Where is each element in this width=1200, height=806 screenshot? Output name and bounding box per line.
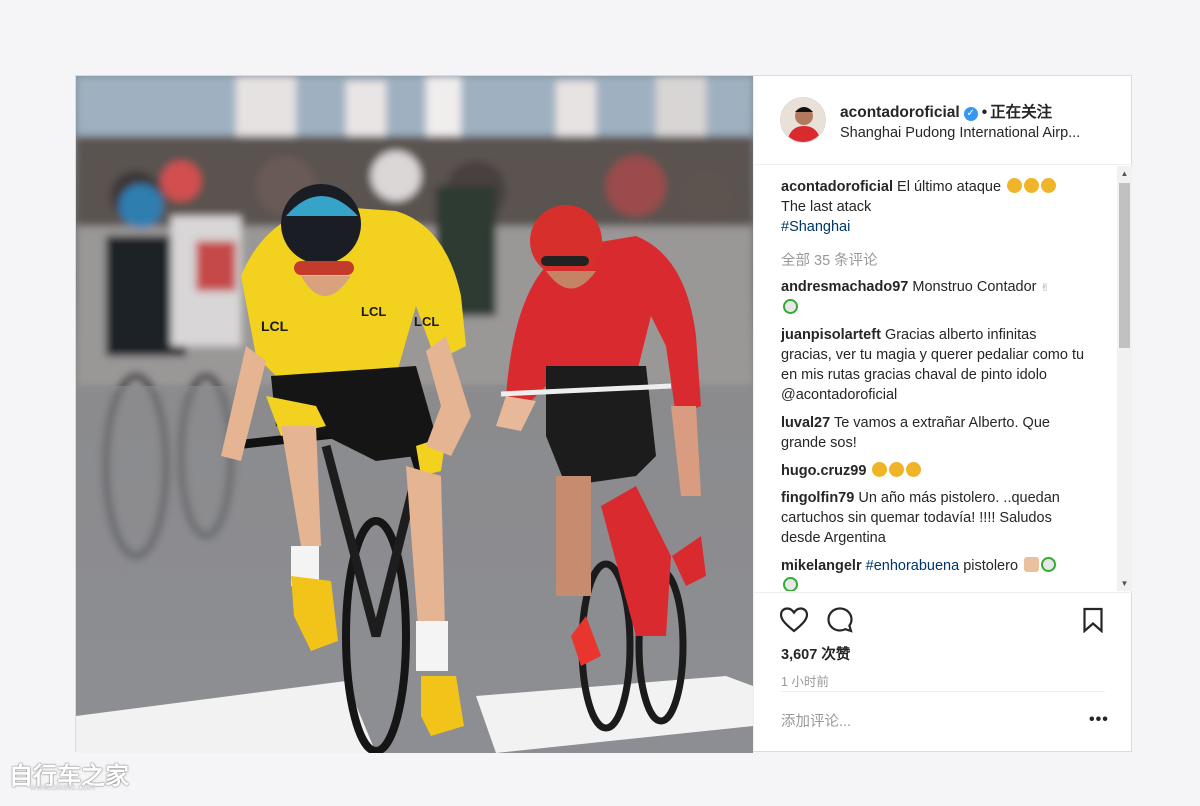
scroll-down-arrow-icon[interactable]: ▼ xyxy=(1117,576,1132,591)
add-comment-input[interactable] xyxy=(781,705,1071,739)
comment-item: mikelangelr #enhorabuena pistolero xyxy=(781,556,1086,591)
post-timestamp: 1 小时前 xyxy=(781,675,829,689)
hashtag-link[interactable]: #enhorabuena xyxy=(866,558,960,574)
post-sidebar: acontadoroficial ✓ • 正在关注 Shanghai Pudong I… xyxy=(753,76,1132,751)
comment-item: juanpisolarteft Gracias alberto infinita… xyxy=(781,325,1086,405)
sad-face-emoji-icon xyxy=(872,462,888,477)
svg-text:LCL: LCL xyxy=(361,304,386,319)
comment-username[interactable]: hugo.cruz99 xyxy=(781,463,866,479)
clap-emoji-icon xyxy=(1007,178,1023,193)
caption-text: El último ataque xyxy=(897,179,1002,195)
svg-text:LCL: LCL xyxy=(414,314,439,329)
verified-badge-icon: ✓ xyxy=(963,107,978,121)
comment-item: fingolfin79 Un año más pistolero. ..qued… xyxy=(781,488,1086,548)
hashtag-link[interactable]: #Shanghai xyxy=(781,219,850,235)
post-actions: 3,607 次赞 1 小时前 ••• xyxy=(754,592,1132,753)
comments-section: acontadoroficial El último ataque The la… xyxy=(754,166,1132,591)
avatar-image xyxy=(781,98,825,142)
sad-face-emoji-icon xyxy=(906,462,922,477)
bicyclist-emoji-icon: ✌ xyxy=(1040,282,1050,294)
comment-text: Monstruo Contador xyxy=(912,279,1037,295)
caption-line2: The last atack xyxy=(781,199,872,215)
location-link[interactable]: Shanghai Pudong International Airp... xyxy=(840,125,1080,141)
avatar[interactable] xyxy=(780,97,826,143)
comment-username[interactable]: andresmachado97 xyxy=(781,279,908,295)
clap-emoji-icon xyxy=(1024,178,1040,193)
bicyclist-emoji-icon xyxy=(1041,557,1057,572)
post-photo[interactable]: LCL LCL LCL xyxy=(76,76,753,753)
comment-username[interactable]: mikelangelr xyxy=(781,558,862,574)
comment-username[interactable]: fingolfin79 xyxy=(781,490,854,506)
cycling-race-photo: LCL LCL LCL xyxy=(76,76,753,753)
post-header: acontadoroficial ✓ • 正在关注 Shanghai Pudong I… xyxy=(754,76,1132,165)
view-all-comments-link[interactable]: 全部 35 条评论 xyxy=(781,249,878,270)
caption: acontadoroficial El último ataque The la… xyxy=(781,177,1086,237)
clap-emoji-icon xyxy=(1041,178,1057,193)
bicyclist-emoji-icon xyxy=(783,299,798,314)
watermark-url: www.biketo.com xyxy=(30,782,96,792)
header-username[interactable]: acontadoroficial xyxy=(840,104,960,121)
bookmark-icon[interactable] xyxy=(1082,607,1104,638)
speech-bubble-icon[interactable] xyxy=(826,606,854,639)
header-user-line: acontadoroficial ✓ • 正在关注 xyxy=(840,100,1052,122)
svg-text:LCL: LCL xyxy=(261,318,289,334)
comment-item: hugo.cruz99 xyxy=(781,461,1086,481)
comment-text: pistolero xyxy=(963,558,1019,574)
heart-outline-icon[interactable] xyxy=(779,607,809,638)
likes-count[interactable]: 3,607 次赞 xyxy=(781,643,850,664)
comment-item: andresmachado97 Monstruo Contador ✌ xyxy=(781,277,1086,318)
comment-item: luval27 Te vamos a extrañar Alberto. Que… xyxy=(781,413,1086,453)
scroll-up-arrow-icon[interactable]: ▲ xyxy=(1117,166,1132,181)
thumbs-up-emoji-icon xyxy=(1024,557,1040,572)
separator-dot: • xyxy=(981,104,988,121)
instagram-post: LCL LCL LCL acontadoroficial ✓ • 正在关注 Shang… xyxy=(75,75,1132,753)
bicyclist-emoji-icon xyxy=(783,577,798,591)
following-button[interactable]: 正在关注 xyxy=(990,104,1052,121)
comment-username[interactable]: juanpisolarteft xyxy=(781,327,881,343)
comments-scrollbar[interactable]: ▲ ▼ xyxy=(1117,166,1132,591)
caption-username[interactable]: acontadoroficial xyxy=(781,179,893,195)
comment-username[interactable]: luval27 xyxy=(781,415,830,431)
scrollbar-thumb[interactable] xyxy=(1119,183,1130,348)
sad-face-emoji-icon xyxy=(889,462,905,477)
divider xyxy=(781,691,1105,692)
more-options-icon[interactable]: ••• xyxy=(1089,711,1109,729)
